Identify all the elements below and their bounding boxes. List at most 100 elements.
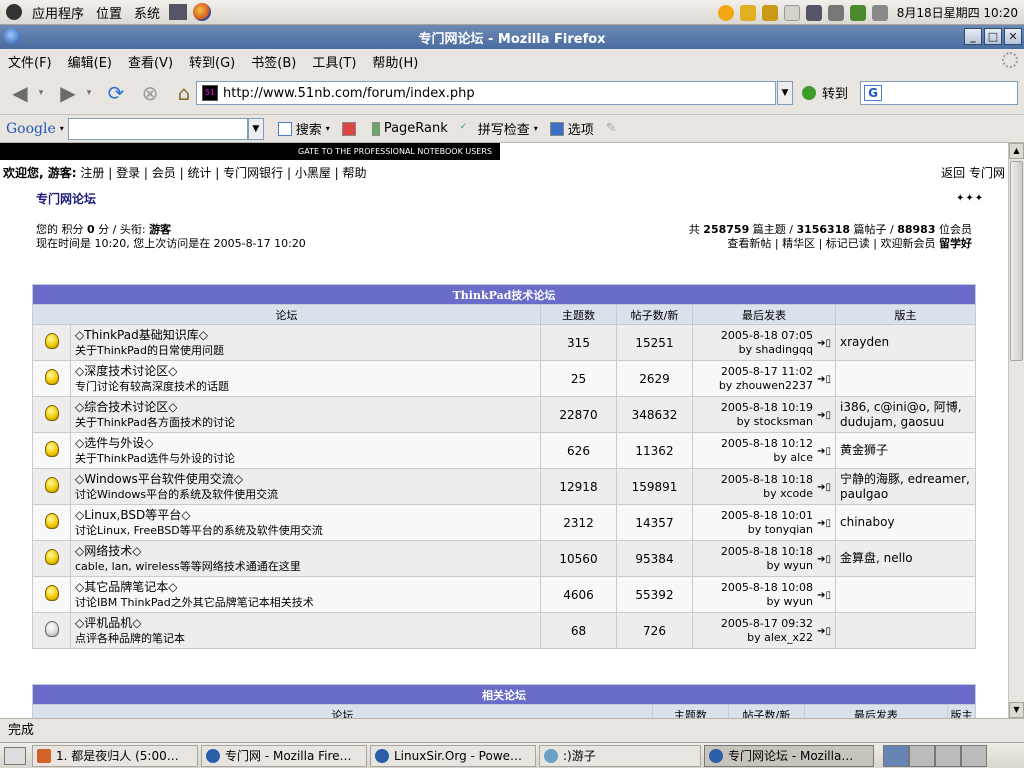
window-menu-icon[interactable] <box>4 28 21 45</box>
forum-moderators[interactable] <box>835 576 976 613</box>
pagerank-indicator[interactable]: PageRank <box>371 121 448 136</box>
task-chat[interactable]: :)游子 <box>539 744 701 767</box>
workspace-4[interactable] <box>961 744 987 767</box>
volume-icon[interactable] <box>871 4 888 21</box>
menu-tools[interactable]: 工具(T) <box>304 52 364 71</box>
google-engine-icon[interactable]: G <box>864 85 882 101</box>
goto-last-post-icon[interactable]: ➔▯ <box>817 625 831 639</box>
goto-last-post-icon[interactable]: ➔▯ <box>817 553 831 567</box>
forum-name-link[interactable]: ◇评机品机◇ <box>75 616 536 631</box>
keyboard-icon[interactable] <box>783 4 800 21</box>
forum-name-link[interactable]: ◇选件与外设◇ <box>75 436 536 451</box>
forward-history-dropdown[interactable]: ▾ <box>82 79 96 107</box>
url-history-dropdown[interactable]: ▼ <box>777 81 793 105</box>
forum-moderators[interactable] <box>835 360 976 397</box>
gnome-foot-icon[interactable] <box>6 4 22 20</box>
firefox-launcher-icon[interactable] <box>193 3 212 21</box>
nav-link-blackroom[interactable]: 小黑屋 <box>295 166 331 180</box>
last-post-author[interactable]: by xcode <box>693 487 813 501</box>
terminal-launcher-icon[interactable] <box>169 4 188 20</box>
options-button[interactable]: 选项 <box>549 119 594 138</box>
highlighter-icon[interactable]: ✎ <box>606 121 617 136</box>
reload-button[interactable]: ⟳ <box>102 79 130 107</box>
link-digest[interactable]: 精华区 <box>782 237 815 250</box>
last-post-author[interactable]: by wyun <box>693 559 813 573</box>
google-search-dropdown[interactable]: ▼ <box>247 117 264 140</box>
weather-icon[interactable] <box>717 4 734 21</box>
goto-last-post-icon[interactable]: ➔▯ <box>817 481 831 495</box>
show-desktop-icon[interactable] <box>4 746 26 765</box>
go-button[interactable]: 转到 <box>802 83 848 102</box>
last-post-author[interactable]: by wyun <box>693 595 813 609</box>
last-post-author[interactable]: by alex_x22 <box>693 631 813 645</box>
goto-last-post-icon[interactable]: ➔▯ <box>817 373 831 387</box>
menu-bookmarks[interactable]: 书签(B) <box>243 52 304 71</box>
menu-help[interactable]: 帮助(H) <box>364 52 426 71</box>
nav-link-register[interactable]: 注册 <box>80 166 104 180</box>
menu-go[interactable]: 转到(G) <box>181 52 243 71</box>
scroll-down-arrow-icon[interactable]: ▼ <box>1009 702 1024 718</box>
goto-last-post-icon[interactable]: ➔▯ <box>817 517 831 531</box>
scrollbar-thumb[interactable] <box>1010 161 1023 361</box>
messenger-icon[interactable] <box>739 4 756 21</box>
url-bar[interactable]: 51 http://www.51nb.com/forum/index.php <box>196 81 776 105</box>
google-menu-arrow-icon[interactable]: ▾ <box>60 124 64 133</box>
vertical-scrollbar[interactable]: ▲ ▼ <box>1008 143 1024 718</box>
messenger-icon-2[interactable] <box>761 4 778 21</box>
goto-last-post-icon[interactable]: ➔▯ <box>817 589 831 603</box>
stop-button[interactable]: ⊗ <box>136 79 164 107</box>
last-post-author[interactable]: by shadingqq <box>693 343 813 357</box>
task-firefox-forum-active[interactable]: 专门网论坛 - Mozilla… <box>704 744 874 767</box>
minimize-button[interactable]: _ <box>964 28 982 45</box>
workspace-3[interactable] <box>935 744 961 767</box>
panel-clock[interactable]: 8月18日星期四 10:20 <box>891 4 1024 21</box>
close-button[interactable]: ✕ <box>1004 28 1022 45</box>
forum-name-link[interactable]: ◇Windows平台软件使用交流◇ <box>75 472 536 487</box>
last-post-author[interactable]: by stocksman <box>693 415 813 429</box>
menu-file[interactable]: 文件(F) <box>0 52 60 71</box>
panel-menu-applications[interactable]: 应用程序 <box>26 0 90 25</box>
forum-moderators[interactable]: 宁静的海豚, edreamer, paulgao <box>835 468 976 505</box>
nav-link-login[interactable]: 登录 <box>116 166 140 180</box>
link-mark-read[interactable]: 标记已读 <box>826 237 870 250</box>
home-button[interactable]: ⌂ <box>170 79 198 107</box>
scroll-up-arrow-icon[interactable]: ▲ <box>1009 143 1024 159</box>
last-post-author[interactable]: by tonyqian <box>693 523 813 537</box>
menu-view[interactable]: 查看(V) <box>120 52 181 71</box>
task-music-player[interactable]: 1. 都是夜归人 (5:00… <box>32 744 198 767</box>
window-title-bar[interactable]: 专门网论坛 - Mozilla Firefox _ □ ✕ <box>0 25 1024 49</box>
last-post-author[interactable]: by alce <box>693 451 813 465</box>
task-firefox-51nb[interactable]: 专门网 - Mozilla Fire… <box>201 744 367 767</box>
forum-name-link[interactable]: ◇综合技术讨论区◇ <box>75 400 536 415</box>
computer-icon[interactable] <box>827 4 844 21</box>
spellcheck-button[interactable]: ✓ 拼写检查 ▾ <box>460 119 538 139</box>
nav-link-help[interactable]: 帮助 <box>343 166 367 180</box>
nav-link-members[interactable]: 会员 <box>152 166 176 180</box>
task-firefox-linuxsir[interactable]: LinuxSir.Org - Powe… <box>370 744 536 767</box>
forum-moderators[interactable]: 金算盘, nello <box>835 540 976 577</box>
panel-menu-system[interactable]: 系统 <box>128 0 166 25</box>
back-history-dropdown[interactable]: ▾ <box>34 79 48 107</box>
workspace-1[interactable] <box>883 744 909 767</box>
forum-moderators[interactable] <box>835 612 976 649</box>
newest-member-link[interactable]: 留学好 <box>939 237 972 250</box>
maximize-button[interactable]: □ <box>984 28 1002 45</box>
forum-moderators[interactable]: 黄金狮子 <box>835 432 976 469</box>
forum-name-link[interactable]: ◇ThinkPad基础知识库◇ <box>75 328 536 343</box>
forum-moderators[interactable]: i386, c@ini@o, 阿博, dudujam, gaosuu <box>835 396 976 433</box>
back-button[interactable]: ◀ <box>6 79 34 107</box>
collapse-arrows-icon[interactable]: ✦✦✦ <box>956 193 984 204</box>
workspace-2[interactable] <box>909 744 935 767</box>
back-home-link[interactable]: 返回 专门网 <box>941 164 1005 181</box>
nav-link-bank[interactable]: 专门网银行 <box>223 166 283 180</box>
forum-name-link[interactable]: ◇网络技术◇ <box>75 544 536 559</box>
forum-name-link[interactable]: ◇深度技术讨论区◇ <box>75 364 536 379</box>
goto-last-post-icon[interactable]: ➔▯ <box>817 409 831 423</box>
breadcrumb[interactable]: 专门网论坛 <box>36 190 96 207</box>
goto-last-post-icon[interactable]: ➔▯ <box>817 445 831 459</box>
forum-moderators[interactable]: chinaboy <box>835 504 976 541</box>
url-text[interactable]: http://www.51nb.com/forum/index.php <box>223 86 475 101</box>
nav-link-stats[interactable]: 统计 <box>187 166 211 180</box>
update-icon[interactable] <box>849 4 866 21</box>
panel-menu-places[interactable]: 位置 <box>90 0 128 25</box>
